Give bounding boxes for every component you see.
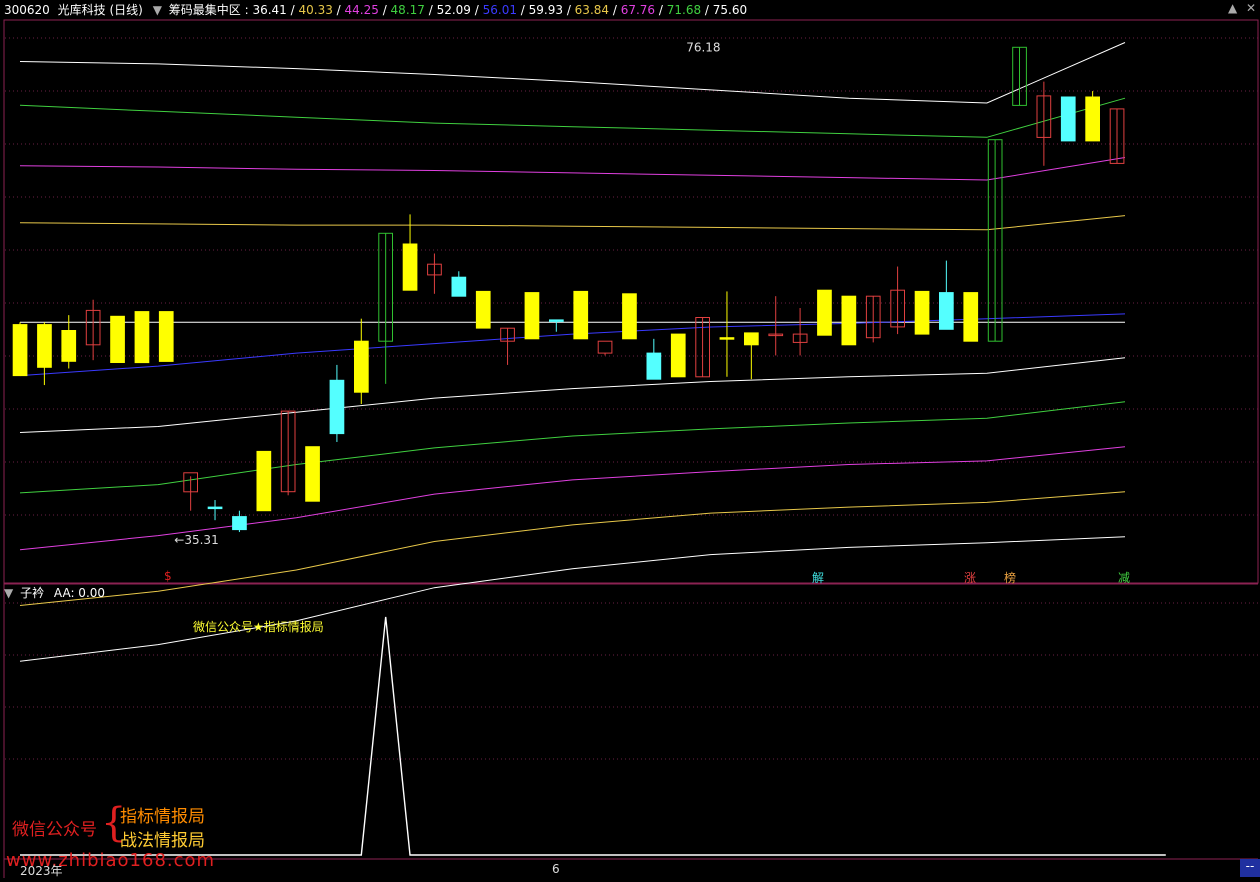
main-header: 300620 光库科技 (日线) ▼ 筹码最集中区 : 36.41 / 40.3… [0, 0, 747, 20]
candle-body [963, 292, 979, 342]
price-annotation: ←35.31 [174, 533, 218, 547]
indicator-value: 52.09 [436, 3, 471, 17]
collapse-icon[interactable]: ▼ [153, 3, 162, 17]
candle-body [573, 290, 589, 340]
indicator-value: 44.25 [344, 3, 379, 17]
separator: / [332, 3, 345, 17]
indicator-value: 75.60 [712, 3, 748, 17]
candle-body [670, 333, 686, 378]
candle-body [61, 330, 77, 362]
candle-body [402, 243, 418, 291]
separator: / [470, 3, 483, 17]
band-line-band6 [19, 313, 1126, 377]
band-line-band10 [19, 491, 1126, 606]
band-line-band2 [19, 97, 1126, 138]
chart-stage: ←35.31 76.18 [0, 0, 1260, 878]
signal-marker: $ [164, 569, 172, 583]
separator: / [655, 3, 667, 17]
close-icon[interactable]: ✕ [1246, 1, 1256, 15]
candle-body [305, 446, 320, 502]
chevron-up-icon[interactable]: ▲ [1228, 1, 1237, 15]
candle-body [524, 292, 540, 340]
band-line-band11 [19, 536, 1126, 662]
separator: / [516, 3, 529, 17]
indicator-name[interactable]: 筹码最集中区 [169, 3, 241, 17]
separator: / [424, 3, 437, 17]
signal-marker: 解 [812, 571, 825, 585]
candle-body [256, 450, 272, 512]
indicator-value: 36.41 [252, 3, 287, 17]
signal-marker: 涨 [964, 571, 977, 585]
candle-body [817, 289, 832, 336]
candle-body [719, 337, 735, 340]
signal-marker: 减 [1118, 571, 1131, 585]
indicator-value: 71.68 [666, 3, 702, 17]
candle-body [134, 311, 150, 364]
candle-body [158, 311, 174, 362]
band-line-band4 [19, 215, 1126, 231]
price-annotation: 76.18 [686, 41, 720, 55]
sub-header: ▼ 子衿 AA: 0.00 [0, 584, 105, 602]
indicator-value: 48.17 [390, 3, 425, 17]
candle-body [646, 352, 662, 380]
band-line-band7 [19, 357, 1126, 433]
candle-body [744, 332, 759, 346]
candle-body [110, 315, 125, 363]
candle-body [354, 340, 369, 393]
signal-marker: 榜 [1004, 571, 1017, 585]
candle-body [475, 290, 491, 329]
x-axis-tick: 6 [552, 862, 560, 876]
stock-name: 光库科技 [57, 3, 106, 17]
band-line-band3 [19, 157, 1126, 181]
candle-body [37, 324, 52, 368]
candle-body [914, 290, 930, 335]
sub-indicator-name[interactable]: 子衿 [20, 586, 44, 600]
brand-label: 微信公众号★指标情报局 [193, 620, 324, 634]
indicator-value: 67.76 [620, 3, 656, 17]
chart-svg[interactable]: ←35.31 76.18 [0, 0, 1260, 878]
candle-body [451, 276, 467, 297]
candle-body [597, 340, 613, 354]
separator: / [609, 3, 621, 17]
candle-body [232, 516, 247, 531]
period-label: (日线) [109, 3, 143, 17]
candle-body [939, 292, 954, 330]
candle-body [207, 506, 223, 510]
candle-body [1085, 96, 1101, 142]
candle-body [329, 379, 345, 435]
x-axis-year: 2023年 [20, 864, 63, 878]
separator: / [701, 3, 713, 17]
watermark-left: 微信公众号 [12, 820, 97, 840]
indicator-value: 56.01 [482, 3, 517, 17]
indicator-value: 40.33 [298, 3, 333, 17]
band-line-band1 [19, 42, 1126, 104]
candle-body [841, 295, 857, 346]
indicator-values: : 36.41 / 40.33 / 44.25 / 48.17 / 52.09 … [245, 3, 748, 17]
separator: / [563, 3, 575, 17]
collapse-icon[interactable]: ▼ [4, 586, 13, 600]
candle-body [549, 319, 564, 322]
corner-button[interactable]: -- [1240, 859, 1260, 877]
watermark-right-2: 战法情报局 [120, 831, 205, 851]
indicator-value: 59.93 [528, 3, 563, 17]
indicator-value: 63.84 [574, 3, 610, 17]
candle-body [622, 293, 637, 340]
sub-indicator-value: AA: 0.00 [53, 586, 106, 600]
separator: / [378, 3, 391, 17]
band-line-band8 [19, 401, 1126, 494]
candle-body [12, 324, 28, 377]
separator: / [286, 3, 299, 17]
candle-body [1060, 96, 1076, 142]
watermark-right-1: 指标情报局 [120, 807, 205, 827]
stock-code: 300620 [4, 3, 50, 17]
